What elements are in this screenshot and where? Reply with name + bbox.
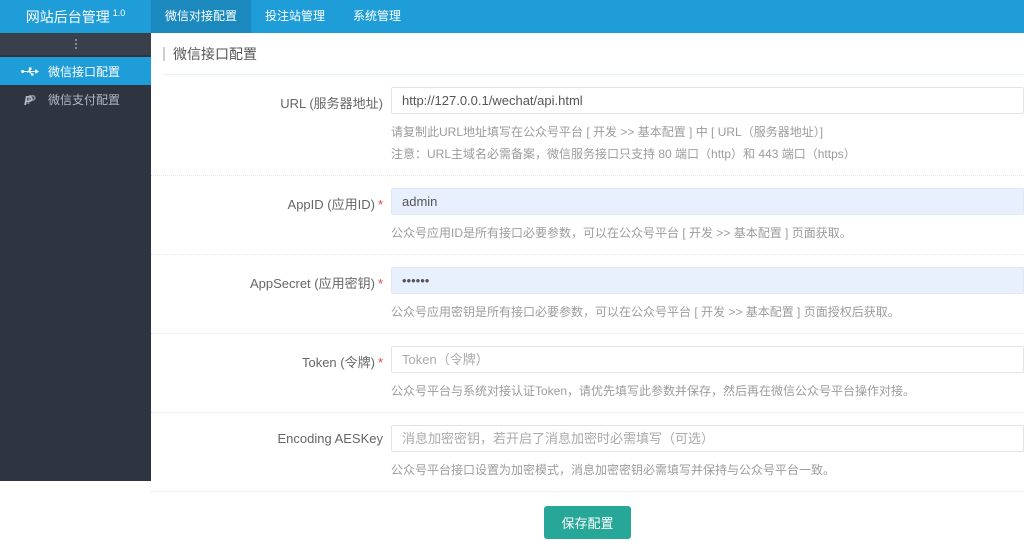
aeskey-label-text: Encoding AESKey — [277, 431, 383, 446]
url-label-text: URL (服务器地址) — [280, 96, 383, 111]
main-content: 微信接口配置 URL (服务器地址) 请复制此URL地址填写在公众号平台 [ 开… — [151, 33, 1024, 539]
appsecret-label: AppSecret (应用密钥) * — [151, 267, 383, 321]
form-row-aeskey: Encoding AESKey 公众号平台接口设置为加密模式，消息加密密钥必需填… — [151, 413, 1024, 492]
form-row-token: Token (令牌)* 公众号平台与系统对接认证Token，请优先填写此参数并保… — [151, 334, 1024, 413]
ellipsis-vertical-icon — [74, 39, 77, 41]
url-help-line1: 请复制此URL地址填写在公众号平台 [ 开发 >> 基本配置 ] 中 [ URL… — [391, 125, 824, 139]
top-nav: 微信对接配置 投注站管理 系统管理 — [151, 0, 415, 33]
sidebar-item-wechat-pay[interactable]: P P 微信支付配置 — [0, 85, 151, 113]
app-version: 1.0 — [112, 7, 126, 18]
appid-input[interactable] — [391, 188, 1024, 215]
tab-betting-station[interactable]: 投注站管理 — [251, 0, 339, 33]
submit-row: 保存配置 — [151, 492, 1024, 555]
token-field-col: 公众号平台与系统对接认证Token，请优先填写此参数并保存，然后再在微信公众号平… — [383, 346, 1024, 400]
app-title-text: 网站后台管理 — [25, 8, 110, 25]
token-label-text: Token (令牌) — [301, 355, 375, 370]
aeskey-field-col: 公众号平台接口设置为加密模式，消息加密密钥必需填写并保持与公众号平台一致。 — [383, 425, 1024, 479]
tab-label: 系统管理 — [353, 9, 402, 23]
save-config-button[interactable]: 保存配置 — [544, 506, 631, 539]
form-row-url: URL (服务器地址) 请复制此URL地址填写在公众号平台 [ 开发 >> 基本… — [151, 75, 1024, 176]
appsecret-help: 公众号应用密钥是所有接口必要参数，可以在公众号平台 [ 开发 >> 基本配置 ]… — [391, 305, 900, 319]
tab-label: 投注站管理 — [265, 9, 326, 23]
tab-wechat-config[interactable]: 微信对接配置 — [151, 0, 252, 33]
tab-system[interactable]: 系统管理 — [339, 0, 415, 33]
token-help: 公众号平台与系统对接认证Token，请优先填写此参数并保存，然后再在微信公众号平… — [391, 384, 916, 398]
url-input[interactable] — [391, 87, 1024, 114]
svg-text:P: P — [24, 93, 33, 106]
title-marker-bar — [163, 47, 165, 61]
sidebar-item-wechat-interface[interactable]: 微信接口配置 — [0, 57, 151, 85]
appsecret-field-col: 公众号应用密钥是所有接口必要参数，可以在公众号平台 [ 开发 >> 基本配置 ]… — [383, 267, 1024, 321]
ellipsis-vertical-icon — [74, 43, 77, 45]
aeskey-input[interactable] — [391, 425, 1024, 452]
appsecret-input[interactable] — [391, 267, 1024, 294]
sidebar-collapse-toggle[interactable] — [0, 33, 151, 55]
appid-label-text: AppID (应用ID) — [287, 197, 375, 212]
appid-label: AppID (应用ID) * — [151, 188, 383, 242]
page-header: 微信接口配置 — [163, 33, 1024, 75]
tab-label: 微信对接配置 — [165, 9, 238, 23]
appid-help: 公众号应用ID是所有接口必要参数，可以在公众号平台 [ 开发 >> 基本配置 ]… — [391, 226, 852, 240]
wechat-interface-form: URL (服务器地址) 请复制此URL地址填写在公众号平台 [ 开发 >> 基本… — [151, 75, 1024, 555]
usb-icon — [21, 66, 39, 77]
ellipsis-vertical-icon — [74, 47, 77, 49]
form-row-appsecret: AppSecret (应用密钥)* 公众号应用密钥是所有接口必要参数，可以在公众… — [151, 255, 1024, 334]
sidebar-item-label: 微信接口配置 — [48, 64, 121, 79]
sidebar: 微信接口配置 P P 微信支付配置 — [0, 33, 151, 481]
top-header: 网站后台管理 1.0 微信对接配置 投注站管理 系统管理 — [0, 0, 1024, 33]
aeskey-help: 公众号平台接口设置为加密模式，消息加密密钥必需填写并保持与公众号平台一致。 — [391, 463, 836, 477]
url-label: URL (服务器地址) — [151, 87, 383, 163]
appsecret-label-text: AppSecret (应用密钥) — [249, 276, 375, 291]
url-field-col: 请复制此URL地址填写在公众号平台 [ 开发 >> 基本配置 ] 中 [ URL… — [383, 87, 1024, 163]
paypal-icon: P P — [21, 92, 39, 106]
token-label: Token (令牌) * — [151, 346, 383, 400]
aeskey-label: Encoding AESKey — [151, 425, 383, 479]
app-title[interactable]: 网站后台管理 1.0 — [0, 0, 151, 33]
page-title: 微信接口配置 — [173, 46, 257, 62]
url-help-line2: 注意：URL主域名必需备案，微信服务接口只支持 80 端口（http）和 443… — [391, 147, 856, 161]
token-input[interactable] — [391, 346, 1024, 373]
form-row-appid: AppID (应用ID)* 公众号应用ID是所有接口必要参数，可以在公众号平台 … — [151, 176, 1024, 255]
sidebar-item-label: 微信支付配置 — [48, 92, 121, 107]
appid-field-col: 公众号应用ID是所有接口必要参数，可以在公众号平台 [ 开发 >> 基本配置 ]… — [383, 188, 1024, 242]
